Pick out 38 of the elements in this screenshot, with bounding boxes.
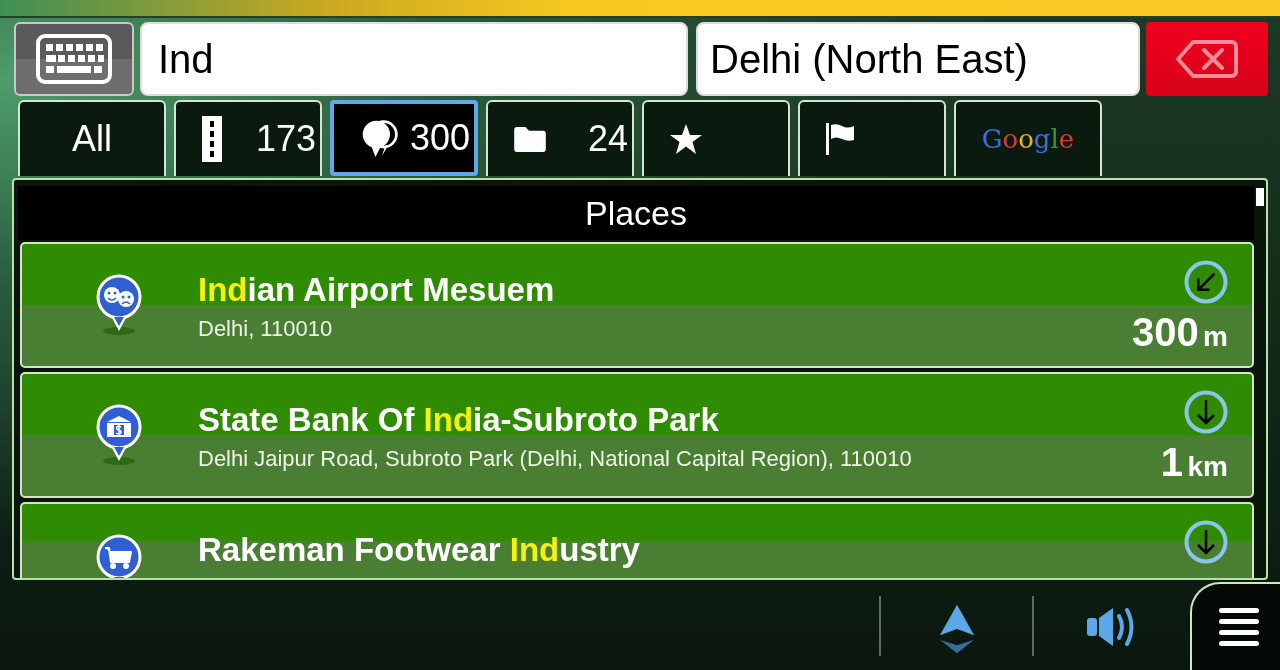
filter-tab[interactable] [798,100,946,176]
down-arrow-circle-icon [1184,520,1228,564]
filter-tab[interactable] [642,100,790,176]
place-address: Delhi Jaipur Road, Subroto Park (Delhi, National Capital Region), 110010 [198,445,912,473]
star-icon [670,124,702,154]
place-name: Rakeman Footwear Industry [198,531,640,569]
list-header: Places [18,186,1254,240]
place-name: Indian Airport Mesuem [198,271,555,309]
place-name: State Bank Of India-Subroto Park [198,401,719,439]
filter-tab[interactable]: All [18,100,166,176]
menu-button[interactable] [1190,582,1280,670]
place-row[interactable]: Rakeman Footwear Industry [20,502,1254,578]
filter-tab[interactable]: 173 [174,100,322,176]
place-address: Delhi, 110010 [198,315,333,343]
shopping-cart-pin-icon [95,534,143,578]
distance-label: 300 m [1131,310,1228,356]
diagonal-arrow-circle-icon [1184,260,1228,304]
keyboard-icon [36,34,112,84]
place-row[interactable]: Indian Airport Mesuem Delhi, 110010 300 m [20,242,1254,368]
flag-icon [826,123,854,155]
menu-icon [1219,608,1259,646]
speech-bubbles-icon [360,118,400,158]
backspace-icon [1176,39,1238,79]
theatre-masks-pin-icon [95,274,143,336]
location-field[interactable]: Delhi (North East) [696,22,1140,96]
filter-tab[interactable]: 300 [330,100,478,176]
road-icon [202,116,222,162]
filter-tab[interactable]: 24 [486,100,634,176]
folder-icon [514,126,546,152]
scrollbar-thumb[interactable] [1256,188,1264,206]
distance-label: 1 km [1160,440,1228,486]
bank-pin-icon [95,404,143,466]
place-row[interactable]: State Bank Of India-Subroto Park Delhi Jaipur Road, Subroto Park (Delhi, National Capital Region), 110010 1 km [20,372,1254,498]
down-arrow-circle-icon [1184,390,1228,434]
search-field[interactable]: Ind [140,22,688,96]
keyboard-button[interactable] [14,22,134,96]
filter-tab[interactable]: Google [954,100,1102,176]
navigation-arrow-icon [938,604,975,654]
